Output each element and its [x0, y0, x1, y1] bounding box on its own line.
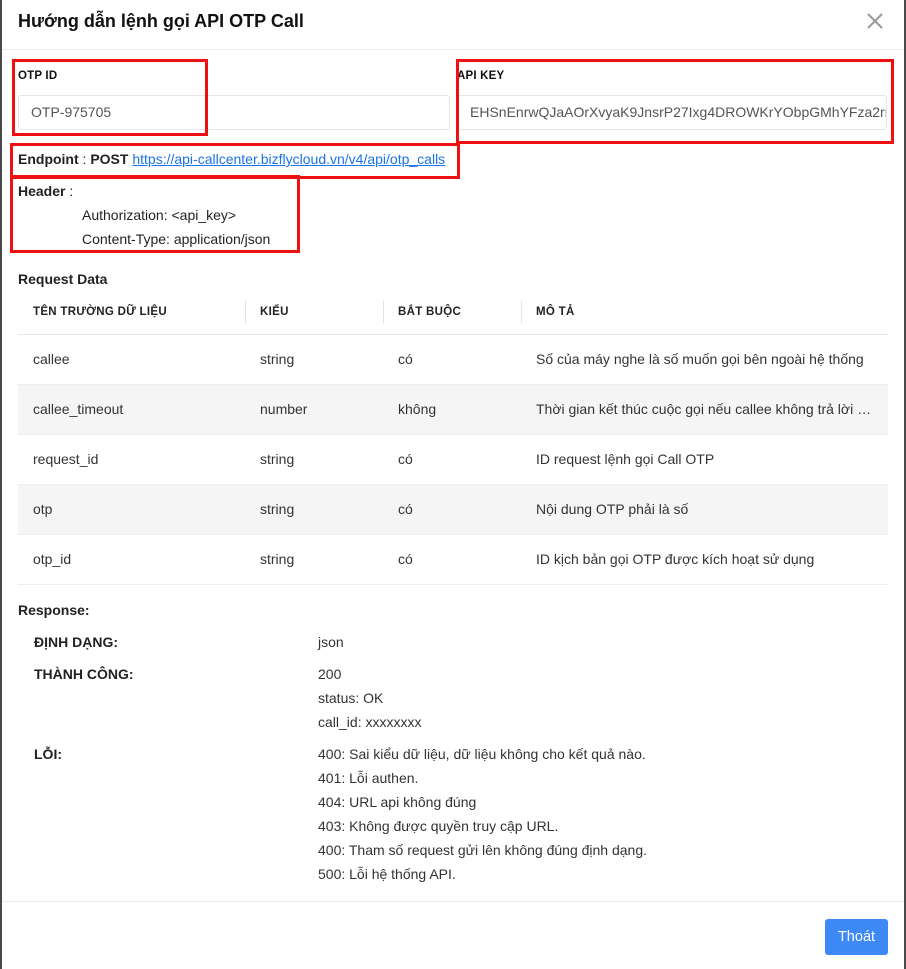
cell-field-name: otp_id [18, 534, 245, 585]
response-success-values: 200 status: OK call_id: xxxxxxxx [318, 662, 421, 734]
cell-field-name: request_id [18, 434, 245, 485]
request-data-title: Request Data [18, 271, 108, 287]
table-row: callee_timeout number không Thời gian kế… [18, 384, 888, 435]
cell-required: có [383, 334, 521, 385]
close-icon[interactable] [864, 10, 886, 32]
cell-field-name: callee [18, 334, 245, 385]
success-line: status: OK [318, 690, 384, 706]
request-data-table: TÊN TRƯỜNG DỮ LIỆU KIỂU BẮT BUỘC MÔ TẢ c… [18, 290, 888, 585]
column-header-field-name: TÊN TRƯỜNG DỮ LIỆU [18, 290, 245, 335]
column-header-type: KIỂU [245, 290, 383, 335]
table-row: otp_id string có ID kịch bản gọi OTP đượ… [18, 534, 888, 585]
cell-field-name: callee_timeout [18, 384, 245, 435]
cell-required: có [383, 434, 521, 485]
otp-id-highlight [12, 59, 208, 136]
response-error-label: LỖI: [34, 746, 62, 762]
header-highlight [10, 175, 300, 253]
api-key-highlight [456, 59, 894, 144]
response-title: Response: [18, 602, 90, 618]
response-format-value: json [318, 634, 344, 650]
api-guide-modal: Hướng dẫn lệnh gọi API OTP Call OTP ID O… [2, 0, 904, 969]
table-header-row: TÊN TRƯỜNG DỮ LIỆU KIỂU BẮT BUỘC MÔ TẢ [18, 290, 888, 335]
cell-type: string [245, 484, 383, 535]
table-row: callee string có Số của máy nghe là số m… [18, 334, 888, 385]
cell-description: Số của máy nghe là số muốn gọi bên ngoài… [521, 334, 888, 385]
cell-description: Thời gian kết thúc cuộc gọi nếu callee k… [521, 384, 888, 435]
cell-type: number [245, 384, 383, 435]
cell-description: ID kịch bản gọi OTP được kích hoạt sử dụ… [521, 534, 888, 585]
modal-title: Hướng dẫn lệnh gọi API OTP Call [18, 11, 304, 31]
response-format-label: ĐỊNH DẠNG: [34, 634, 118, 650]
error-line: 500: Lỗi hệ thống API. [318, 866, 456, 882]
error-line: 404: URL api không đúng [318, 794, 477, 810]
cell-description: ID request lệnh gọi Call OTP [521, 434, 888, 485]
cell-type: string [245, 434, 383, 485]
success-line: 200 [318, 666, 342, 682]
cell-required: có [383, 534, 521, 585]
cell-type: string [245, 334, 383, 385]
error-line: 403: Không được quyền truy cập URL. [318, 818, 559, 834]
cell-field-name: otp [18, 484, 245, 535]
cell-type: string [245, 534, 383, 585]
cell-required: không [383, 384, 521, 435]
table-row: request_id string có ID request lệnh gọi… [18, 434, 888, 485]
footer-divider [2, 901, 904, 902]
endpoint-highlight [10, 143, 460, 179]
cell-description: Nội dung OTP phải là số [521, 484, 888, 535]
error-line: 401: Lỗi authen. [318, 770, 419, 786]
cell-required: có [383, 484, 521, 535]
modal-header: Hướng dẫn lệnh gọi API OTP Call [2, 0, 904, 50]
response-error-values: 400: Sai kiểu dữ liệu, dữ liệu không cho… [318, 742, 647, 886]
column-header-required: BẮT BUỘC [383, 290, 521, 335]
exit-button[interactable]: Thoát [825, 919, 888, 955]
table-row: otp string có Nội dung OTP phải là số [18, 484, 888, 535]
column-header-description: MÔ TẢ [521, 290, 888, 335]
response-success-label: THÀNH CÔNG: [34, 666, 134, 682]
error-line: 400: Tham số request gửi lên không đúng … [318, 842, 648, 858]
error-line: 400: Sai kiểu dữ liệu, dữ liệu không cho… [318, 746, 646, 762]
success-line: call_id: xxxxxxxx [318, 714, 422, 730]
